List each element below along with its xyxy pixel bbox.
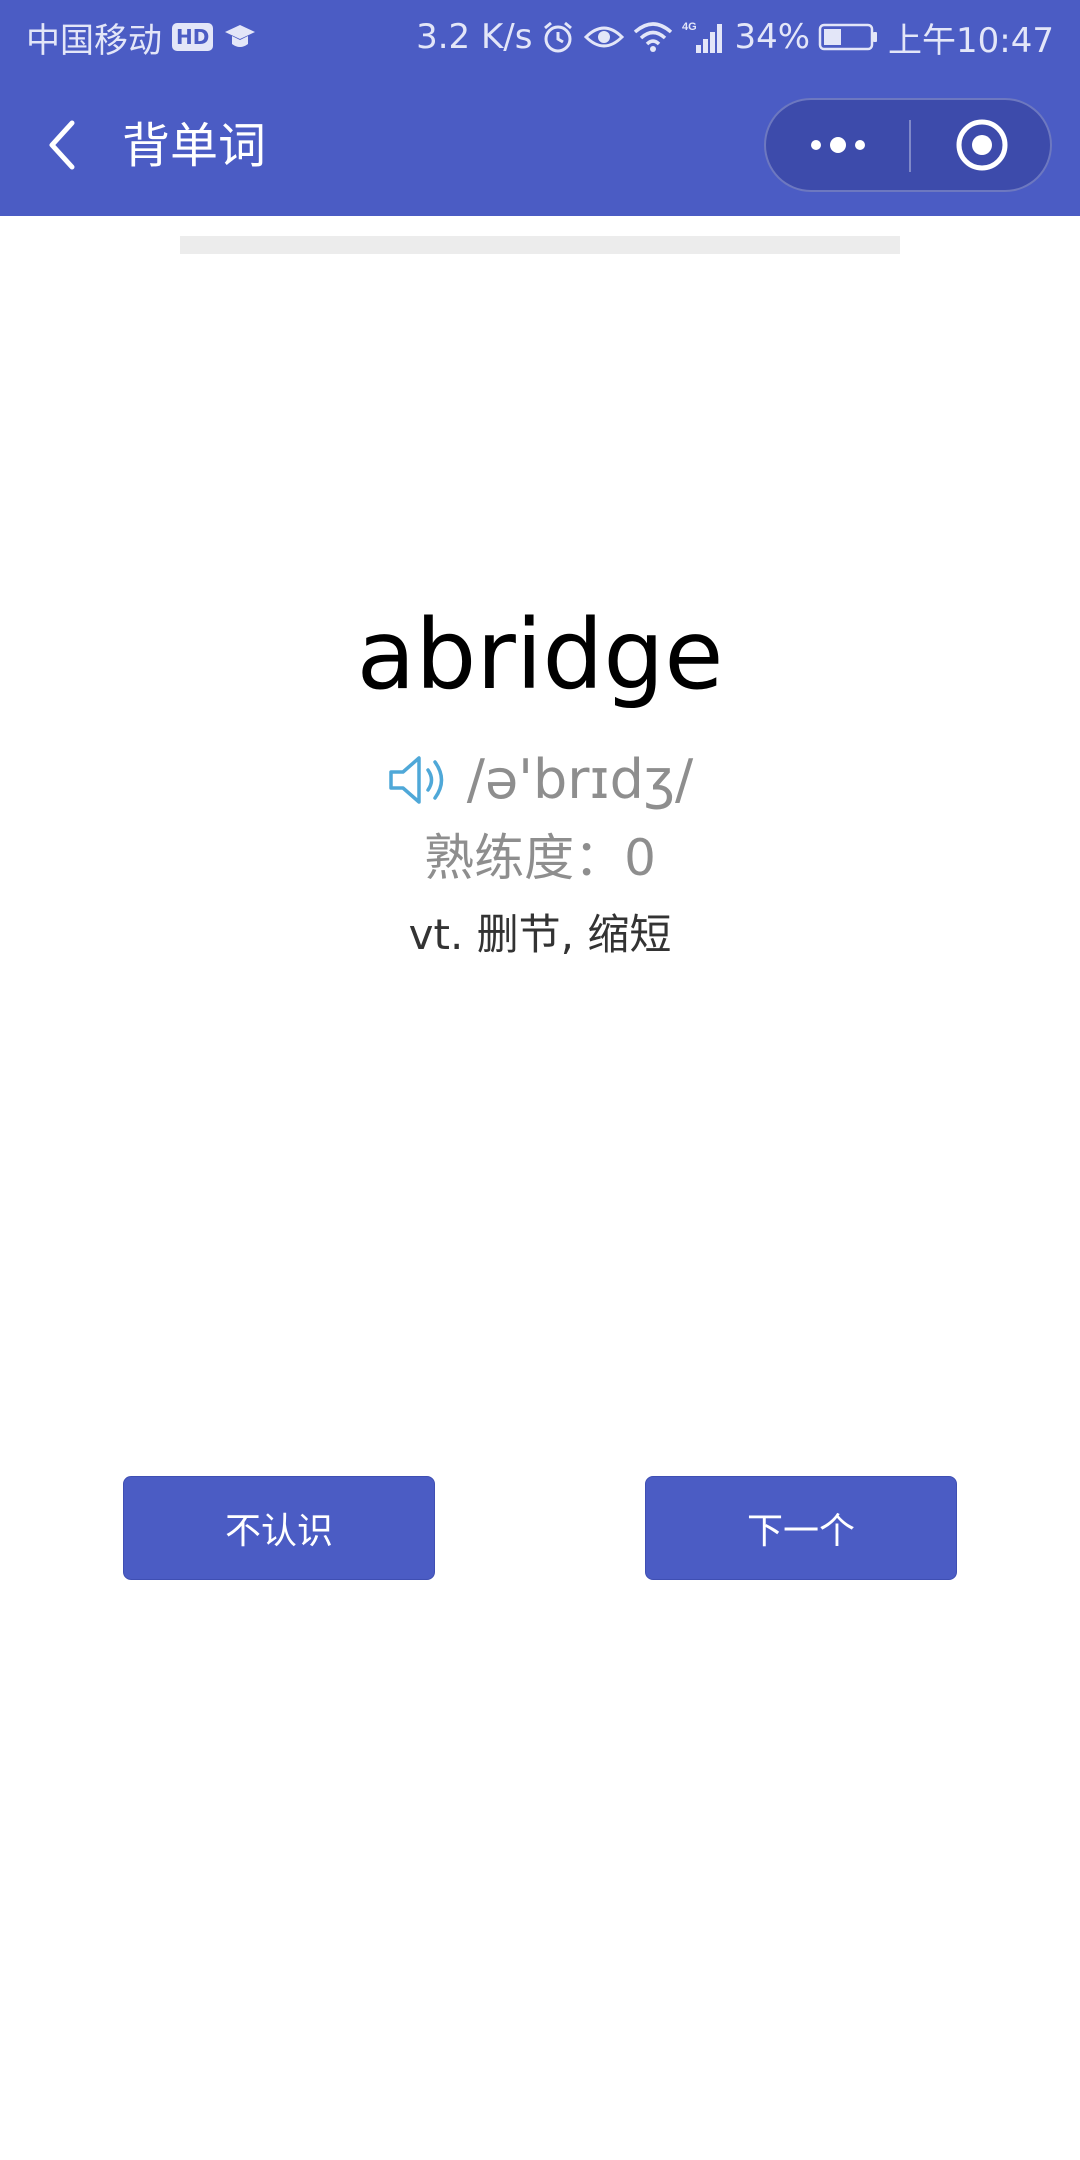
pronunciation-row: /ə'brɪdʒ/ [0,740,1080,820]
carrier-name: 中国移动 [26,20,162,61]
close-miniprogram-button[interactable] [911,100,1052,190]
clock-time: 上午10:47 [888,20,1054,61]
status-bar: 中国移动 HD 3.2 K/s 4G 34% 上午10:47 [0,0,1080,74]
status-bar-right: 3.2 K/s 4G 34% 上午10:47 [416,13,1054,62]
hd-badge: HD [172,23,214,51]
graduation-cap-icon [223,20,257,54]
back-button[interactable] [30,110,94,180]
miniprogram-capsule [764,98,1052,192]
network-speed: 3.2 K/s [416,17,533,57]
status-bar-left: 中国移动 HD [26,13,257,62]
battery-percent: 34% [734,17,811,57]
cellular-signal-icon: 4G [682,19,726,55]
speaker-icon[interactable] [387,752,453,808]
chevron-left-icon [49,120,75,170]
phonetic-transcription: /ə'brɪdʒ/ [466,748,694,811]
dont-know-button[interactable]: 不认识 [123,1476,435,1580]
proficiency-level: 熟练度：0 [424,829,656,887]
battery-icon [818,20,880,54]
more-options-button[interactable] [766,100,909,190]
network-type: 4G [682,21,697,33]
vocabulary-word: abridge [356,599,724,711]
wifi-icon [632,20,674,54]
target-circle-icon [956,119,1007,171]
navigation-bar: 背单词 [0,74,1080,216]
more-dots-icon [810,137,865,153]
eye-icon [584,21,625,53]
progress-bar [180,236,900,254]
alarm-clock-icon [540,19,576,55]
page-title: 背单词 [122,118,267,174]
word-definition: vt. 删节, 缩短 [408,910,672,959]
next-word-button[interactable]: 下一个 [645,1476,957,1580]
